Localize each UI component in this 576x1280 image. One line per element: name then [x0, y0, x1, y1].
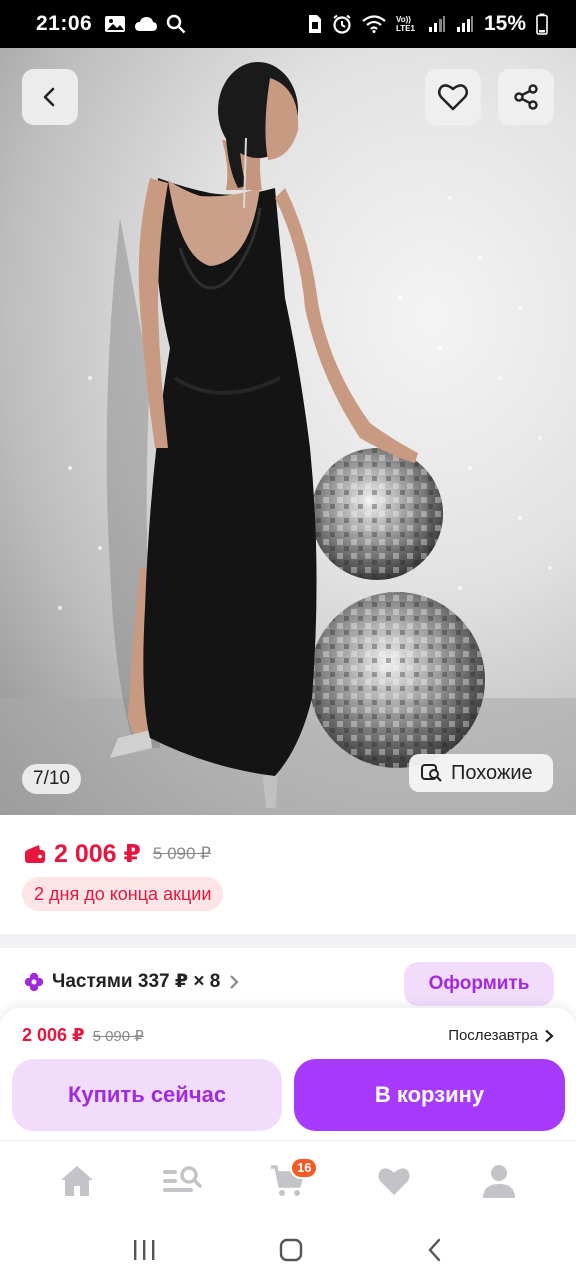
old-price: 5 090 ₽: [152, 844, 211, 863]
similar-search-icon: [421, 764, 442, 782]
volte-label: Vo)) LTE1: [395, 15, 415, 33]
panel-old-price: 5 090 ₽: [92, 1027, 144, 1045]
favorite-button[interactable]: [425, 69, 481, 125]
signal-icon-2: [456, 16, 473, 32]
status-time: 21:06: [36, 12, 93, 35]
installments-apply-button[interactable]: Оформить: [404, 962, 554, 1006]
wallet-icon: [25, 845, 45, 863]
installments-row[interactable]: Частями 337 ₽ × 8 Оформить: [0, 948, 576, 1016]
catalog-search-icon: [163, 1165, 203, 1192]
image-counter: 7/10: [22, 764, 81, 794]
similar-items-button[interactable]: Похожие: [409, 754, 553, 792]
cart-badge: 16: [289, 1156, 319, 1179]
delivery-date[interactable]: Послезавтра: [448, 1027, 554, 1044]
current-price: 2 006 ₽: [54, 840, 141, 868]
home-nav-icon[interactable]: [278, 1237, 304, 1263]
tab-profile[interactable]: [469, 1151, 529, 1211]
similar-label: Похожие: [451, 761, 533, 784]
delivery-label: Послезавтра: [448, 1027, 538, 1044]
bottom-tab-bar: 16: [0, 1140, 576, 1220]
heart-icon: [437, 84, 469, 111]
wifi-icon: [362, 15, 386, 33]
profile-icon: [483, 1164, 516, 1198]
search-icon: [166, 14, 186, 34]
buy-now-button[interactable]: Купить сейчас: [12, 1059, 282, 1131]
battery-percent: 15%: [483, 12, 526, 35]
share-icon: [514, 84, 538, 110]
chevron-right-icon: [545, 1029, 554, 1042]
promo-countdown-badge: 2 дня до конца акции: [22, 877, 224, 911]
installments-label: Частями 337 ₽ × 8: [52, 971, 221, 992]
tab-cart[interactable]: 16: [258, 1151, 319, 1211]
recent-apps-icon[interactable]: [131, 1238, 157, 1262]
sim-icon: [308, 15, 321, 33]
tab-favorites[interactable]: [364, 1151, 424, 1211]
tab-home[interactable]: [47, 1151, 107, 1211]
home-icon: [60, 1165, 93, 1196]
favorites-icon: [378, 1167, 410, 1195]
tab-catalog[interactable]: [152, 1151, 212, 1211]
product-image-gallery[interactable]: 7/10 Похожие: [0, 48, 576, 815]
battery-icon: [536, 13, 548, 35]
gallery-icon: [105, 16, 126, 32]
panel-price: 2 006 ₽: [22, 1025, 85, 1045]
add-to-cart-button[interactable]: В корзину: [294, 1059, 565, 1131]
alarm-icon: [333, 14, 351, 34]
section-divider: [0, 934, 576, 948]
share-button[interactable]: [498, 69, 554, 125]
buy-panel: 2 006 ₽ 5 090 ₽ Послезавтра Купить сейча…: [0, 1008, 576, 1140]
back-nav-icon[interactable]: [425, 1237, 445, 1263]
system-navigation-bar: [0, 1220, 576, 1280]
chevron-left-icon: [43, 87, 55, 107]
status-bar: 21:06 Vo)) LTE1 15%: [0, 0, 576, 48]
product-photo: [0, 62, 576, 815]
chevron-right-icon: [230, 974, 239, 989]
signal-icon: [428, 16, 445, 32]
back-button[interactable]: [22, 69, 78, 125]
installments-icon: [24, 972, 44, 991]
cloud-icon: [135, 17, 158, 31]
price-block: 2 006 ₽ 5 090 ₽ 2 дня до конца акции: [0, 815, 576, 940]
